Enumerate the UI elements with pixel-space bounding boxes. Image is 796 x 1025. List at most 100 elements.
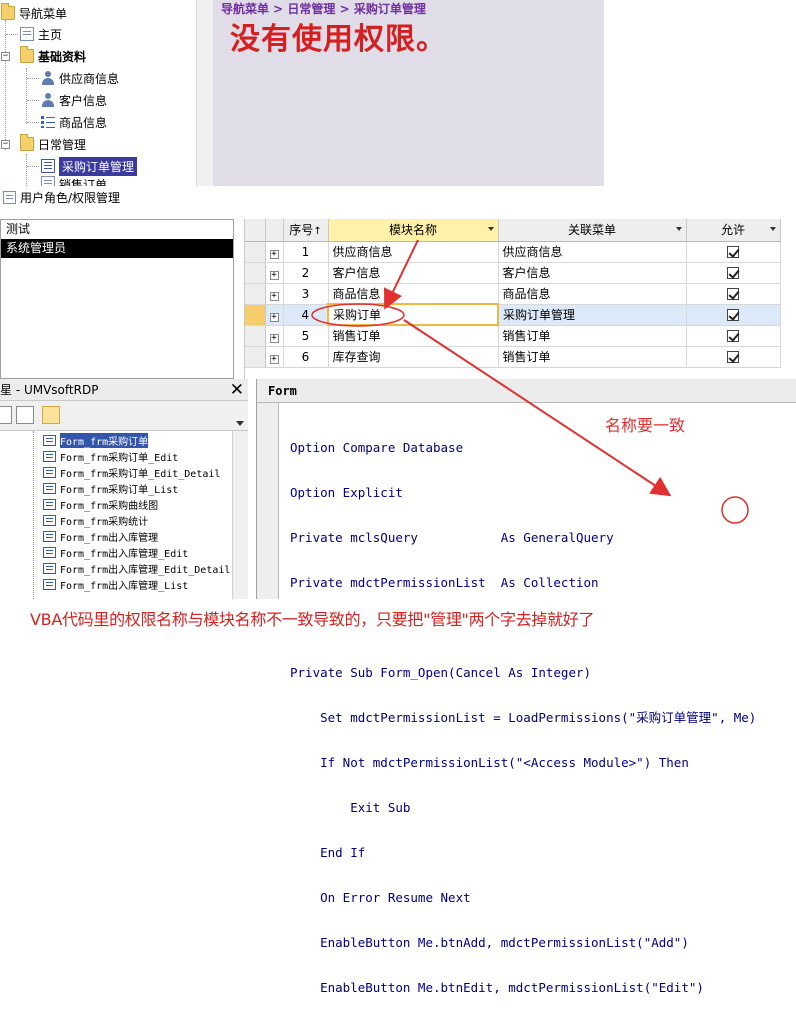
project-item-form[interactable]: Form_frm采购订单_Edit_Detail xyxy=(43,464,220,480)
allow-checkbox[interactable] xyxy=(727,330,739,342)
allow-checkbox[interactable] xyxy=(727,309,739,321)
cell-allow[interactable] xyxy=(686,262,781,284)
record-selector[interactable] xyxy=(245,304,266,326)
project-scrollbar[interactable] xyxy=(232,431,248,599)
record-selector[interactable] xyxy=(245,346,266,368)
tree-item-product[interactable]: 商品信息 xyxy=(41,112,107,132)
expand-cell[interactable]: + xyxy=(265,304,284,326)
cell-menu[interactable]: 销售订单 xyxy=(498,346,687,368)
cell-seq[interactable]: 5 xyxy=(283,325,329,347)
cell-module[interactable]: 供应商信息 xyxy=(328,241,499,263)
tree-item-purchase-order[interactable]: 采购订单管理 xyxy=(41,156,138,176)
table-row[interactable]: + 3 商品信息 商品信息 xyxy=(245,283,781,305)
expand-column-header xyxy=(265,219,284,242)
cell-allow[interactable] xyxy=(686,325,781,347)
cell-seq[interactable]: 1 xyxy=(283,241,329,263)
table-row-current[interactable]: + 4 采购订单 采购订单管理 xyxy=(245,303,781,326)
project-item-form[interactable]: Form_frm出入库管理_Edit xyxy=(43,544,188,560)
cell-allow[interactable] xyxy=(686,304,781,326)
expand-cell[interactable]: + xyxy=(265,241,284,263)
expand-icon[interactable]: + xyxy=(269,270,279,280)
expand-cell[interactable]: + xyxy=(265,346,284,368)
cell-module[interactable]: 客户信息 xyxy=(328,262,499,284)
expand-icon[interactable]: + xyxy=(269,249,279,259)
expand-icon[interactable]: + xyxy=(269,354,279,364)
project-item-form[interactable]: Form_frm出入库管理_Edit_Detail xyxy=(43,560,230,576)
toggle-folders-icon[interactable] xyxy=(42,406,60,424)
cell-seq[interactable]: 2 xyxy=(283,262,329,284)
record-selector[interactable] xyxy=(245,283,266,305)
project-item-form[interactable]: Form_frm采购曲线图 xyxy=(43,496,158,512)
column-header-seq[interactable]: 序号↑ xyxy=(283,219,329,242)
record-selector[interactable] xyxy=(245,325,266,347)
collapse-toggle[interactable]: − xyxy=(1,140,10,149)
cell-menu[interactable]: 供应商信息 xyxy=(498,241,687,263)
project-item-form[interactable]: Form_frm采购订单_List xyxy=(43,480,178,496)
close-icon[interactable]: ✕ xyxy=(230,380,244,400)
tree-item-sales-order[interactable]: 销售订单 xyxy=(41,176,107,186)
cell-allow[interactable] xyxy=(686,283,781,305)
cell-module[interactable]: 销售订单 xyxy=(328,325,499,347)
chevron-down-icon[interactable] xyxy=(236,421,244,426)
cell-menu[interactable]: 商品信息 xyxy=(498,283,687,305)
cell-seq[interactable]: 3 xyxy=(283,283,329,305)
project-item-form[interactable]: Form_frm出入库管理 xyxy=(43,528,158,544)
tree-item-nav-root[interactable]: 导航菜单 xyxy=(1,3,67,23)
tree-item-role-permission[interactable]: 用户角色/权限管理 xyxy=(0,186,796,208)
project-item-form[interactable]: Form_frm出入库管理_List xyxy=(43,576,188,592)
expand-cell[interactable]: + xyxy=(265,262,284,284)
roles-list[interactable]: 测试 系统管理员 xyxy=(0,219,234,379)
collapse-toggle[interactable]: − xyxy=(1,52,10,61)
expand-cell[interactable]: + xyxy=(265,283,284,305)
role-item-test[interactable]: 测试 xyxy=(1,220,233,239)
column-header-module[interactable]: 模块名称 xyxy=(328,219,499,242)
view-object-icon[interactable] xyxy=(16,406,34,424)
tree-item-master-data[interactable]: 基础资料 xyxy=(20,46,86,66)
project-item-form[interactable]: Form_frm采购订单_Edit xyxy=(43,448,178,464)
column-header-allow[interactable]: 允许 xyxy=(686,219,781,242)
cell-menu[interactable]: 采购订单管理 xyxy=(498,304,687,326)
table-row[interactable]: + 5 销售订单 销售订单 xyxy=(245,325,781,347)
allow-checkbox[interactable] xyxy=(727,267,739,279)
expand-icon[interactable]: + xyxy=(269,312,279,322)
project-item-form[interactable]: Form_frm采购统计 xyxy=(43,512,148,528)
cell-menu[interactable]: 客户信息 xyxy=(498,262,687,284)
vba-code-window: Form Option Compare Database Option Expl… xyxy=(256,379,796,995)
object-dropdown[interactable]: Form xyxy=(257,379,796,403)
role-item-admin[interactable]: 系统管理员 xyxy=(1,239,233,258)
select-all-corner[interactable] xyxy=(245,219,266,242)
annotation-name-consistent: 名称要一致 xyxy=(605,416,686,435)
expand-icon[interactable]: + xyxy=(269,291,279,301)
dropdown-arrow-icon[interactable] xyxy=(487,227,494,231)
view-code-icon[interactable] xyxy=(0,406,12,424)
dropdown-arrow-icon[interactable] xyxy=(769,227,776,231)
allow-checkbox[interactable] xyxy=(727,288,739,300)
project-item-form[interactable]: Form_frm采购订单 xyxy=(43,432,149,448)
expand-cell[interactable]: + xyxy=(265,325,284,347)
table-row[interactable]: + 2 客户信息 客户信息 xyxy=(245,262,781,284)
code-editor[interactable]: Option Compare Database Option Explicit … xyxy=(290,410,756,1025)
table-row[interactable]: + 1 供应商信息 供应商信息 xyxy=(245,241,781,263)
tree-item-supplier[interactable]: 供应商信息 xyxy=(41,68,119,88)
dropdown-arrow-icon[interactable] xyxy=(675,227,682,231)
allow-checkbox[interactable] xyxy=(727,246,739,258)
cell-seq[interactable]: 4 xyxy=(283,304,329,326)
tree-item-customer[interactable]: 客户信息 xyxy=(41,90,107,110)
expand-icon[interactable]: + xyxy=(269,333,279,343)
tree-item-daily[interactable]: 日常管理 xyxy=(20,134,86,154)
record-selector[interactable] xyxy=(245,241,266,263)
column-header-menu[interactable]: 关联菜单 xyxy=(498,219,687,242)
tree-guide-line xyxy=(26,154,27,186)
cell-seq[interactable]: 6 xyxy=(283,346,329,368)
record-selector[interactable] xyxy=(245,262,266,284)
table-row[interactable]: + 6 库存查询 销售订单 xyxy=(245,346,781,368)
cell-menu[interactable]: 销售订单 xyxy=(498,325,687,347)
cell-module[interactable]: 商品信息 xyxy=(328,283,499,305)
cell-module[interactable]: 库存查询 xyxy=(328,346,499,368)
cell-allow[interactable] xyxy=(686,241,781,263)
cell-allow[interactable] xyxy=(686,346,781,368)
tree-item-home[interactable]: 主页 xyxy=(20,24,62,44)
allow-checkbox[interactable] xyxy=(727,351,739,363)
cell-module-editing[interactable]: 采购订单 xyxy=(327,303,499,326)
nav-scrollbar[interactable] xyxy=(196,0,213,186)
